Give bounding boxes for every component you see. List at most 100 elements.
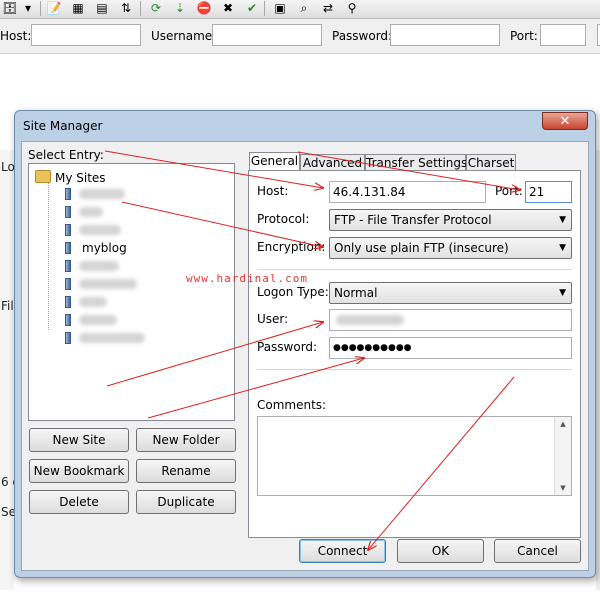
new-folder-button[interactable]: New Folder <box>136 428 236 452</box>
redacted-site-name <box>79 315 117 325</box>
tree-site-blurred[interactable] <box>49 293 169 311</box>
comments-scrollbar[interactable]: ▲ ▼ <box>554 417 571 495</box>
tree-site-blurred[interactable] <box>49 257 169 275</box>
chevron-down-icon: ▼ <box>559 243 566 253</box>
host-input[interactable]: 46.4.131.84 <box>329 181 486 203</box>
tree-site-blurred[interactable] <box>49 275 169 293</box>
redacted-site-name <box>79 279 137 289</box>
redacted-site-name <box>79 297 107 307</box>
tree-site-blurred[interactable] <box>49 185 169 203</box>
dialog-titlebar[interactable]: Site Manager ✕ <box>15 111 595 141</box>
background-text: Lo <box>1 160 15 174</box>
site-icon <box>65 188 71 200</box>
host-label: Host: <box>257 184 289 198</box>
quick-port-label: Port: <box>510 29 538 43</box>
sync-browse-icon[interactable]: ⇄ <box>320 1 336 16</box>
encryption-select[interactable]: Only use plain FTP (insecure) ▼ <box>329 237 572 259</box>
folder-icon <box>35 170 51 183</box>
filter-icon[interactable]: ▣ <box>272 1 288 16</box>
user-input[interactable] <box>329 309 572 331</box>
tree-site-blurred[interactable] <box>49 203 169 221</box>
quick-password-label: Password: <box>332 29 393 43</box>
cancel-operation-icon[interactable]: ⛔ <box>196 1 212 16</box>
tree-root-label: My Sites <box>55 171 106 185</box>
cancel-button[interactable]: Cancel <box>494 539 581 563</box>
site-icon <box>65 314 71 326</box>
duplicate-button[interactable]: Duplicate <box>136 490 236 514</box>
site-manager-dialog: Site Manager ✕ Select Entry: My Sites my… <box>14 110 596 578</box>
redacted-site-name <box>79 225 121 235</box>
chevron-down-icon: ▼ <box>559 215 566 225</box>
background-right-pane <box>596 150 600 590</box>
user-label: User: <box>257 312 289 326</box>
site-icon <box>65 242 71 254</box>
divider <box>257 269 572 270</box>
compare-icon[interactable]: ⌕ <box>296 1 312 16</box>
quick-host-label: Host: <box>0 29 32 43</box>
tree-site-blurred[interactable] <box>49 329 169 347</box>
tree-site-blurred[interactable] <box>49 221 169 239</box>
encryption-value: Only use plain FTP (insecure) <box>334 241 509 255</box>
toolbar-separator <box>264 1 265 16</box>
site-icon <box>65 296 71 308</box>
toolbar-separator <box>40 1 41 16</box>
site-icon <box>65 206 71 218</box>
site-manager-icon[interactable]: 🗄 <box>2 1 18 16</box>
binoculars-icon[interactable]: ⚲ <box>344 1 360 16</box>
queue-icon[interactable]: ⇅ <box>118 1 134 16</box>
password-input[interactable]: ●●●●●●●●●● <box>329 337 572 359</box>
dialog-title: Site Manager <box>23 119 103 133</box>
port-input[interactable]: 21 <box>525 181 572 203</box>
quick-username-label: Username: <box>151 29 217 43</box>
toolbar-separator <box>140 1 141 16</box>
scroll-down-icon[interactable]: ▼ <box>555 481 571 495</box>
redacted-site-name <box>79 261 119 271</box>
site-tree[interactable]: My Sites myblog <box>28 163 235 421</box>
message-log-icon[interactable]: 📝 <box>46 1 62 16</box>
encryption-label: Encryption: <box>257 240 326 254</box>
select-entry-label: Select Entry: <box>28 148 104 162</box>
scroll-up-icon[interactable]: ▲ <box>555 417 571 431</box>
redacted-username <box>336 315 404 325</box>
close-button[interactable]: ✕ <box>542 112 588 130</box>
connect-button[interactable]: Connect <box>299 539 386 563</box>
general-tab-panel: Host: 46.4.131.84 Port: 21 Protocol: FTP… <box>248 170 581 538</box>
new-bookmark-button[interactable]: New Bookmark <box>29 459 129 483</box>
new-site-button[interactable]: New Site <box>29 428 129 452</box>
comments-label: Comments: <box>257 398 327 412</box>
tab-general[interactable]: General <box>249 152 300 172</box>
logon-type-label: Logon Type: <box>257 285 329 299</box>
process-queue-icon[interactable]: ⇣ <box>172 1 188 16</box>
directory-tree-icon[interactable]: ▦ <box>70 1 86 16</box>
redacted-site-name <box>79 333 145 343</box>
chevron-down-icon[interactable]: ▾ <box>20 1 36 16</box>
quick-username-input[interactable] <box>212 24 322 46</box>
redacted-site-name <box>79 189 125 199</box>
quick-host-input[interactable] <box>31 24 141 46</box>
rename-button[interactable]: Rename <box>136 459 236 483</box>
remote-tree-icon[interactable]: ▤ <box>94 1 110 16</box>
dialog-body: Select Entry: My Sites myblog New Site N… <box>21 141 589 571</box>
disconnect-icon[interactable]: ✖ <box>220 1 236 16</box>
protocol-select[interactable]: FTP - File Transfer Protocol ▼ <box>329 209 572 231</box>
logon-type-value: Normal <box>334 286 378 300</box>
delete-button[interactable]: Delete <box>29 490 129 514</box>
site-icon <box>65 260 71 272</box>
tree-site-label: myblog <box>82 241 127 255</box>
password-label: Password: <box>257 340 318 354</box>
refresh-icon[interactable]: ⟳ <box>148 1 164 16</box>
tree-site-myblog[interactable]: myblog <box>49 239 169 257</box>
quick-password-input[interactable] <box>390 24 500 46</box>
reconnect-icon[interactable]: ✔ <box>244 1 260 16</box>
site-icon <box>65 278 71 290</box>
tree-site-blurred[interactable] <box>49 311 169 329</box>
ok-button[interactable]: OK <box>397 539 484 563</box>
comments-textarea[interactable]: ▲ ▼ <box>257 416 572 496</box>
quickconnect-bar: Host: Username: Password: Port: <box>0 19 600 54</box>
quick-port-input[interactable] <box>540 24 586 46</box>
logon-type-select[interactable]: Normal ▼ <box>329 282 572 304</box>
port-label: Port: <box>495 184 523 198</box>
site-icon <box>65 332 71 344</box>
chevron-down-icon: ▼ <box>559 288 566 298</box>
protocol-value: FTP - File Transfer Protocol <box>334 213 492 227</box>
